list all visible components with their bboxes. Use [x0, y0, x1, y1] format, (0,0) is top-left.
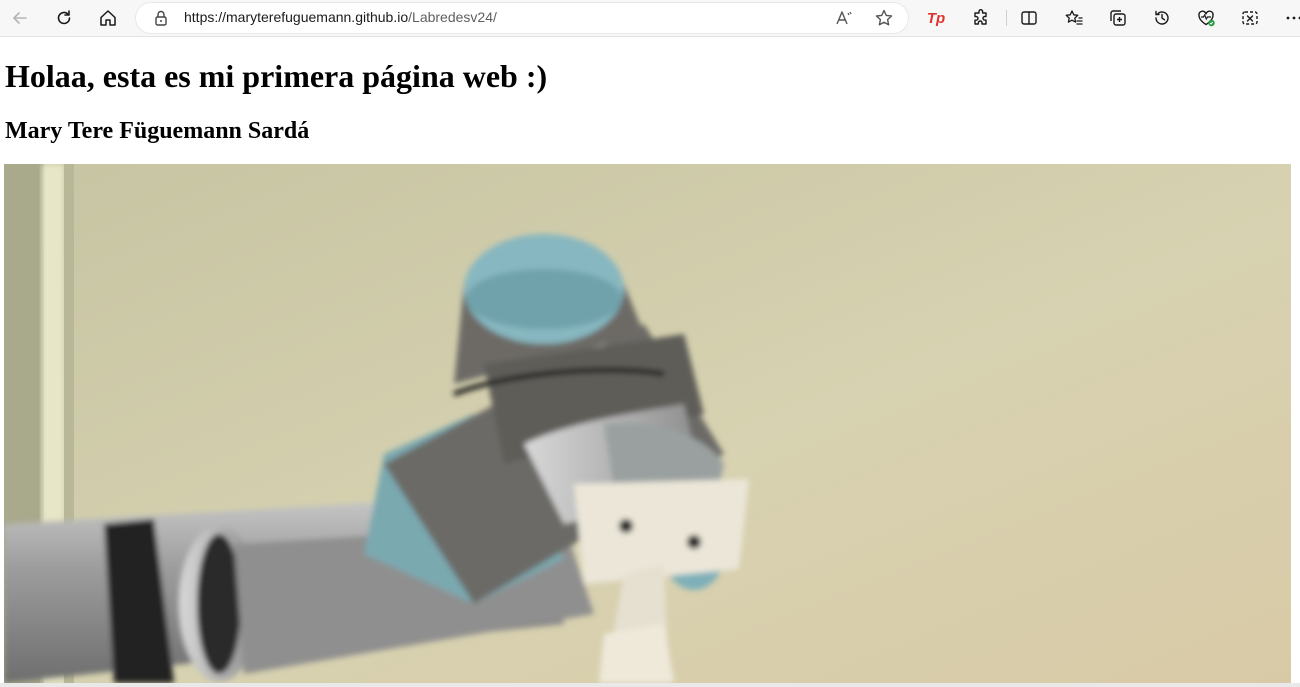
history-button[interactable]: [1148, 4, 1176, 32]
arrow-left-icon: [13, 12, 27, 24]
ellipsis-icon: [1286, 16, 1300, 20]
extensions-button[interactable]: [967, 4, 995, 32]
refresh-icon: [57, 10, 71, 25]
browser-toolbar: https://maryterefuguemann.github.io/Labr…: [0, 0, 1300, 37]
address-bar[interactable]: https://maryterefuguemann.github.io/Labr…: [136, 3, 908, 33]
split-screen-icon: [1021, 11, 1037, 25]
favorites-button[interactable]: [1060, 4, 1088, 32]
lock-icon[interactable]: [152, 9, 170, 27]
toolbar-separator: [1006, 10, 1007, 26]
extension-tp-button[interactable]: Tp: [922, 4, 950, 32]
browser-essentials-button[interactable]: [1192, 4, 1220, 32]
page-title: Holaa, esta es mi primera página web :): [5, 58, 548, 94]
favorite-star-icon[interactable]: [874, 8, 894, 28]
refresh-button[interactable]: [50, 4, 78, 32]
bottom-edge: [0, 683, 1300, 687]
collections-button[interactable]: [1104, 4, 1132, 32]
url-host: https://maryterefuguemann.github.io: [184, 9, 409, 25]
url-text[interactable]: https://maryterefuguemann.github.io/Labr…: [184, 9, 497, 25]
screenshot-button[interactable]: [1236, 4, 1264, 32]
more-menu-button[interactable]: [1280, 4, 1300, 32]
robot-arm-illustration: [4, 164, 1291, 683]
extension-tp-icon: Tp: [926, 9, 946, 27]
url-path: /Labredesv24/: [408, 9, 497, 25]
screenshot-icon: [1242, 11, 1258, 25]
home-button[interactable]: [94, 4, 122, 32]
favorites-list-icon: [1065, 10, 1083, 25]
read-aloud-icon[interactable]: [834, 8, 854, 28]
robot-arm-image: [4, 164, 1291, 683]
author-name: Mary Tere Füguemann Sardá: [5, 118, 310, 144]
collections-icon: [1110, 10, 1126, 26]
split-screen-button[interactable]: [1015, 4, 1043, 32]
heart-pulse-icon: [1198, 10, 1215, 27]
puzzle-icon: [974, 9, 987, 25]
back-button[interactable]: [6, 4, 34, 32]
history-icon: [1155, 10, 1169, 25]
home-icon: [100, 10, 116, 26]
